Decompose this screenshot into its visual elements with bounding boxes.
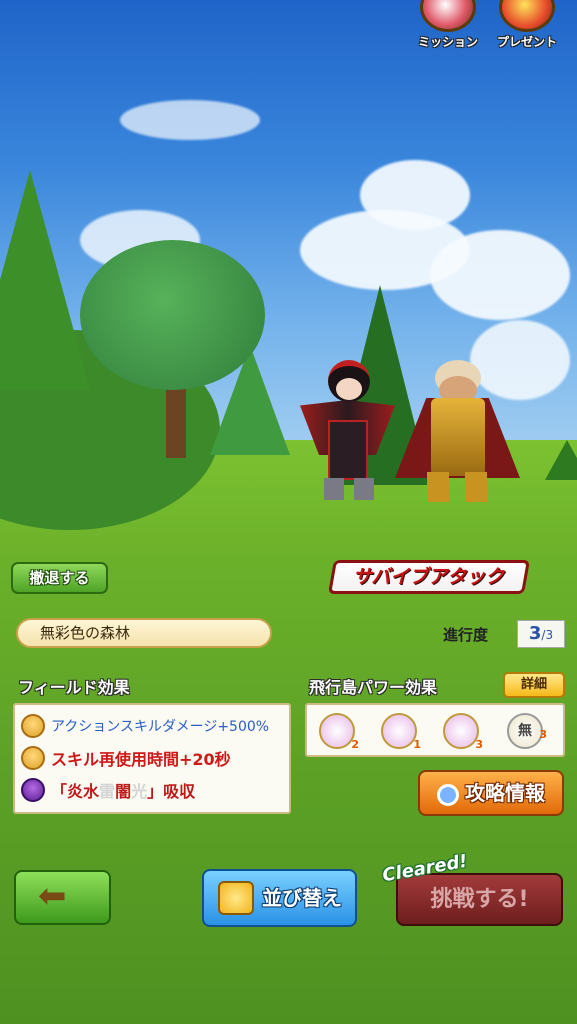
field-effect-text: アクションスキルダメージ+500% [51, 719, 270, 735]
mu-ring-icon[interactable]: 無 3 [507, 713, 547, 749]
field-effect-text: スキル再使用時間+20秒 [51, 750, 231, 769]
field-effect-row: アクションスキルダメージ+500% [21, 713, 269, 739]
flying-island-title: 飛行島パワー効果 [309, 678, 438, 697]
progress-current: 3 [528, 623, 542, 644]
mission-button[interactable]: ミッション [412, 0, 484, 52]
back-arrow-icon: ⬅ [38, 876, 67, 916]
strategy-info-label: 攻略情報 [465, 781, 545, 805]
stage-name-plate: 無彩色の森林 [16, 618, 272, 648]
survive-attack-banner: サバイブアタック [328, 560, 530, 594]
party-icon [21, 746, 45, 770]
challenge-button[interactable]: 挑戦する! [396, 873, 563, 926]
absorb-element-light: 光 [131, 782, 148, 801]
present-box-icon [499, 0, 555, 32]
pine-tree [0, 170, 90, 390]
sort-label: 並び替え [262, 886, 342, 910]
sort-icon [218, 881, 254, 915]
progress-total: /3 [541, 628, 554, 642]
flying-island-power-panel: 2 1 3 無 3 [305, 703, 565, 757]
progress-label: 進行度 [443, 626, 489, 644]
power-level: 3 [475, 738, 483, 751]
retreat-button[interactable]: 撤退する [11, 562, 108, 594]
character-dark-swordsman[interactable] [300, 360, 395, 500]
mission-label: ミッション [417, 35, 478, 49]
field-effect-row: 「炎水雷闇光」吸収 [21, 777, 195, 803]
field-effect-text: 「炎水雷闇光」吸収 [51, 778, 195, 802]
sort-button[interactable]: 並び替え [202, 869, 357, 927]
back-button[interactable]: ⬅ [14, 870, 111, 925]
survive-attack-label: サバイブアタック [353, 566, 505, 588]
mission-icon [420, 0, 476, 32]
sword-ring-icon[interactable]: 3 [443, 713, 483, 751]
absorb-part: 」吸収 [147, 782, 196, 801]
field-effect-row: スキル再使用時間+20秒 [21, 745, 231, 771]
strategy-info-button[interactable]: 攻略情報 [418, 770, 564, 816]
absorb-element-thunder: 雷 [99, 782, 116, 801]
field-effects-title: フィールド効果 [18, 678, 130, 697]
power-level: 1 [413, 738, 421, 751]
power-level: 3 [539, 728, 547, 741]
pine-tree [545, 440, 577, 480]
field-effects-panel: アクションスキルダメージ+500% スキル再使用時間+20秒 「炎水雷闇光」吸収 [13, 703, 291, 814]
party-icon [21, 714, 45, 738]
progress-counter: 3/3 [517, 620, 565, 648]
demon-icon [21, 778, 45, 802]
absorb-element-dark: 闇 [115, 782, 132, 801]
character-golden-king[interactable] [395, 360, 520, 505]
absorb-element-water: 水 [83, 782, 100, 801]
absorb-part: 「 [51, 782, 68, 801]
absorb-element-fire: 炎 [67, 782, 84, 801]
sword-ring-icon[interactable]: 2 [319, 713, 359, 751]
magnifier-icon [437, 783, 459, 806]
cloud [120, 100, 260, 140]
sword-ring-icon[interactable]: 1 [381, 713, 421, 751]
cloud [430, 230, 570, 320]
detail-button[interactable]: 詳細 [503, 672, 565, 698]
stage-name: 無彩色の森林 [40, 624, 131, 642]
present-label: プレゼント [496, 35, 557, 49]
power-level: 2 [351, 738, 359, 751]
present-button[interactable]: プレゼント [491, 0, 563, 52]
mu-glyph: 無 [518, 723, 532, 739]
tree-canopy [80, 240, 265, 390]
